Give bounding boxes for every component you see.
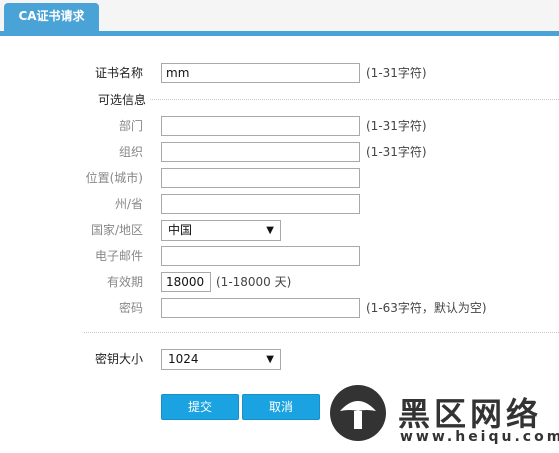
validity-label: 有效期 [106, 275, 143, 289]
email-label: 电子邮件 [94, 249, 143, 263]
validity-hint: (1-18000 天) [216, 275, 292, 289]
email-input[interactable] [161, 246, 360, 266]
validity-input[interactable]: 18000 [161, 272, 211, 292]
password-hint: (1-63字符，默认为空) [366, 301, 487, 315]
department-hint: (1-31字符) [366, 119, 427, 133]
dropdown-arrow-icon: ▼ [266, 354, 274, 365]
country-select[interactable]: 中国 ▼ [161, 220, 281, 241]
department-input[interactable] [161, 116, 360, 136]
country-selected-value: 中国 [168, 223, 193, 237]
organization-hint: (1-31字符) [366, 145, 427, 159]
cert-name-hint: (1-31字符) [366, 66, 427, 80]
password-label: 密码 [118, 301, 143, 315]
organization-input[interactable] [161, 142, 360, 162]
organization-label: 组织 [118, 145, 143, 159]
key-size-select[interactable]: 1024 ▼ [161, 349, 281, 370]
dropdown-arrow-icon: ▼ [266, 225, 274, 236]
key-divider [84, 332, 559, 333]
cancel-button[interactable]: 取消 [242, 394, 320, 420]
submit-button[interactable]: 提交 [161, 394, 239, 420]
tab-ca-cert-request[interactable]: CA证书请求 [4, 3, 99, 34]
optional-section-title: 可选信息 [98, 93, 147, 107]
key-size-label: 密钥大小 [94, 352, 143, 366]
city-label: 位置(城市) [85, 171, 143, 185]
province-input[interactable] [161, 194, 360, 214]
watermark-url: www.heiqu.com [400, 429, 559, 445]
city-input[interactable] [161, 168, 360, 188]
password-input[interactable] [161, 298, 360, 318]
department-label: 部门 [118, 119, 143, 133]
cert-name-label: 证书名称 [94, 66, 143, 80]
watermark: 黑区网络 www.heiqu.com [326, 383, 559, 451]
key-size-selected-value: 1024 [168, 352, 199, 366]
province-label: 州/省 [114, 197, 143, 211]
cert-name-input[interactable]: mm [161, 63, 360, 83]
country-label: 国家/地区 [90, 223, 143, 237]
mushroom-logo-icon [330, 385, 386, 441]
optional-divider [150, 99, 559, 100]
